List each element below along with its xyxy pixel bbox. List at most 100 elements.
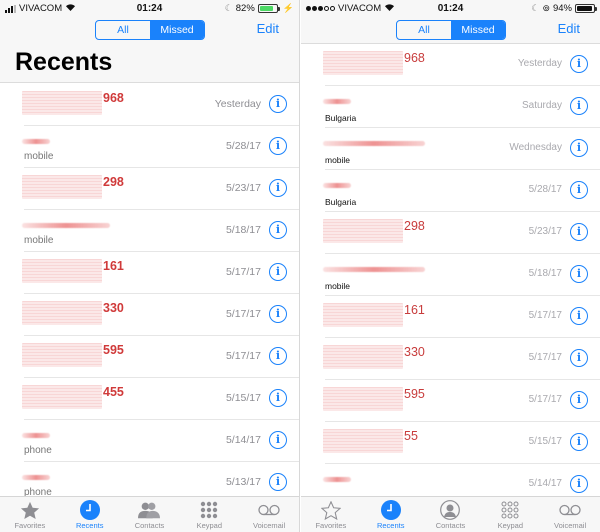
- caller-name: 161: [323, 303, 425, 327]
- info-icon[interactable]: i: [269, 389, 287, 407]
- redacted-name: [323, 219, 403, 243]
- call-date: 5/17/17: [528, 352, 562, 363]
- number-suffix: 55: [404, 429, 418, 443]
- caller-name: 968: [22, 91, 124, 115]
- call-date: 5/15/17: [528, 436, 562, 447]
- info-icon[interactable]: i: [570, 223, 588, 241]
- number-suffix: 161: [404, 303, 425, 317]
- tab-contacts[interactable]: Contacts: [421, 497, 481, 532]
- status-bar: VIVACOM 01:24 ☾ 82% ⚡: [0, 0, 299, 17]
- info-icon[interactable]: i: [570, 475, 588, 493]
- info-icon[interactable]: i: [269, 305, 287, 323]
- tab-recents[interactable]: Recents: [60, 497, 120, 532]
- info-icon[interactable]: i: [570, 307, 588, 325]
- caller-name: 298: [323, 219, 425, 243]
- battery-percent: 94%: [552, 3, 572, 14]
- call-row[interactable]: 298 5/23/17 i: [323, 212, 600, 254]
- number-suffix: 298: [103, 175, 124, 189]
- info-icon[interactable]: i: [269, 473, 287, 491]
- phone-screen-left: VIVACOM 01:24 ☾ 82% ⚡ All Missed Edit Re…: [0, 0, 300, 532]
- star-icon: [320, 500, 342, 520]
- segment-missed[interactable]: Missed: [150, 21, 204, 39]
- info-icon[interactable]: i: [269, 221, 287, 239]
- call-date: 5/28/17: [225, 140, 261, 152]
- call-row[interactable]: mobile 5/18/17 i: [323, 254, 600, 296]
- tab-label: Favorites: [315, 521, 347, 530]
- call-row[interactable]: mobile 5/18/17 i: [22, 210, 299, 252]
- call-type-label: mobile: [325, 281, 351, 291]
- redacted-name: [22, 301, 102, 325]
- info-icon[interactable]: i: [269, 95, 287, 113]
- call-row[interactable]: 595 5/17/17 i: [323, 380, 600, 422]
- info-icon[interactable]: i: [570, 55, 588, 73]
- segment-all[interactable]: All: [96, 21, 150, 39]
- call-row[interactable]: 330 5/17/17 i: [22, 294, 299, 336]
- info-icon[interactable]: i: [570, 349, 588, 367]
- info-icon[interactable]: i: [570, 433, 588, 451]
- call-row[interactable]: 968 Yesterday i: [22, 84, 299, 126]
- call-row[interactable]: 298 5/23/17 i: [22, 168, 299, 210]
- info-icon[interactable]: i: [269, 431, 287, 449]
- caller-name: 55: [323, 429, 418, 453]
- tab-keypad[interactable]: Keypad: [480, 497, 540, 532]
- moon-icon: ☾: [224, 3, 233, 13]
- call-row[interactable]: 161 5/17/17 i: [323, 296, 600, 338]
- voicemail-icon: [559, 500, 581, 520]
- call-row[interactable]: 455 5/15/17 i: [22, 378, 299, 420]
- info-icon[interactable]: i: [570, 181, 588, 199]
- edit-button[interactable]: Edit: [257, 21, 279, 36]
- redacted-name: [22, 385, 102, 409]
- tab-keypad[interactable]: Keypad: [179, 497, 239, 532]
- info-icon[interactable]: i: [570, 391, 588, 409]
- call-type-label: mobile: [24, 235, 54, 246]
- caller-name: [323, 93, 351, 115]
- call-row[interactable]: mobile 5/28/17 i: [22, 126, 299, 168]
- status-bar: VIVACOM 01:24 ☾ ⊚ 94%: [301, 0, 600, 17]
- call-row[interactable]: 330 5/17/17 i: [323, 338, 600, 380]
- battery-percent: 82%: [235, 3, 255, 14]
- number-suffix: 330: [103, 301, 124, 315]
- info-icon[interactable]: i: [570, 97, 588, 115]
- segment-all[interactable]: All: [397, 21, 451, 39]
- redacted-name: [22, 175, 102, 199]
- call-row[interactable]: phone 5/14/17 i: [22, 420, 299, 462]
- segment-missed[interactable]: Missed: [451, 21, 505, 39]
- call-row[interactable]: mobile Wednesday i: [323, 128, 600, 170]
- edit-button[interactable]: Edit: [558, 21, 580, 36]
- voicemail-icon: [258, 500, 280, 520]
- number-suffix: 968: [103, 91, 124, 105]
- info-icon[interactable]: i: [269, 137, 287, 155]
- number-suffix: 968: [404, 51, 425, 65]
- tab-contacts[interactable]: Contacts: [120, 497, 180, 532]
- call-type-label: Bulgaria: [325, 197, 357, 207]
- info-icon[interactable]: i: [269, 347, 287, 365]
- call-row[interactable]: 55 5/15/17 i: [323, 422, 600, 464]
- info-icon[interactable]: i: [570, 139, 588, 157]
- caller-name: 595: [323, 387, 425, 411]
- number-suffix: 595: [103, 343, 124, 357]
- caller-name: [323, 261, 425, 283]
- tab-voicemail[interactable]: Voicemail: [239, 497, 299, 532]
- caller-name: [323, 135, 425, 157]
- call-date: 5/17/17: [225, 350, 261, 362]
- tab-voicemail[interactable]: Voicemail: [540, 497, 600, 532]
- call-row[interactable]: Bulgaria Saturday i: [323, 86, 600, 128]
- tab-favorites[interactable]: Favorites: [301, 497, 361, 532]
- caller-name: [323, 471, 351, 493]
- tab-label: Contacts: [134, 521, 165, 530]
- call-row[interactable]: 595 5/17/17 i: [22, 336, 299, 378]
- call-date: 5/15/17: [225, 392, 261, 404]
- tab-favorites[interactable]: Favorites: [0, 497, 60, 532]
- tab-recents[interactable]: Recents: [361, 497, 421, 532]
- call-row[interactable]: 968 Yesterday i: [323, 44, 600, 86]
- call-row[interactable]: Bulgaria 5/28/17 i: [323, 170, 600, 212]
- large-title-bar: Recents: [0, 43, 299, 83]
- info-icon[interactable]: i: [570, 265, 588, 283]
- info-icon[interactable]: i: [269, 179, 287, 197]
- call-row[interactable]: 161 5/17/17 i: [22, 252, 299, 294]
- tab-label: Contacts: [435, 521, 466, 530]
- caller-name: 455: [22, 385, 124, 409]
- redacted-name: [323, 477, 351, 482]
- number-suffix: 161: [103, 259, 124, 273]
- info-icon[interactable]: i: [269, 263, 287, 281]
